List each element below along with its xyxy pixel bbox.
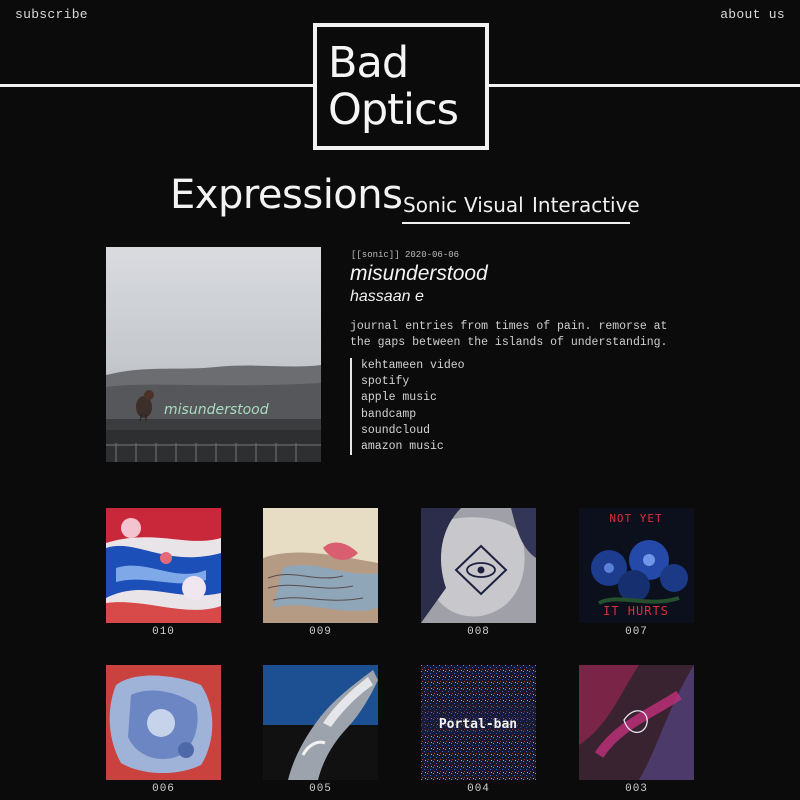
logo-line-1: Bad xyxy=(328,38,409,88)
tab-interactive[interactable]: Interactive xyxy=(532,193,640,217)
subscribe-link[interactable]: subscribe xyxy=(15,7,88,22)
eye-triangle-sketch-art-icon[interactable] xyxy=(421,508,536,623)
release-tile: Portal-ban 004 xyxy=(421,665,536,795)
link-bandcamp[interactable]: bandcamp xyxy=(361,407,465,423)
art-text: Portal-ban xyxy=(439,717,517,732)
release-number: 005 xyxy=(309,783,332,795)
featured-cover-art[interactable]: misunderstood xyxy=(106,247,321,462)
about-us-link[interactable]: about us xyxy=(720,7,785,22)
tab-visual[interactable]: Visual xyxy=(464,193,524,217)
release-number: 004 xyxy=(467,783,490,795)
art-text-bottom: IT HURTS xyxy=(603,604,669,618)
link-apple-music[interactable]: apple music xyxy=(361,390,465,406)
chrome-sculpture-art-icon[interactable] xyxy=(263,665,378,780)
feature-artist[interactable]: hassaan e xyxy=(350,288,424,306)
link-amazon-music[interactable]: amazon music xyxy=(361,439,465,455)
art-text-top: NOT YET xyxy=(609,512,662,525)
link-spotify[interactable]: spotify xyxy=(361,374,465,390)
release-tile: 006 xyxy=(106,665,221,795)
blue-flowers-art-icon[interactable]: NOT YET IT HURTS xyxy=(579,508,694,623)
link-kehtameen-video[interactable]: kehtameen video xyxy=(361,358,465,374)
feature-title[interactable]: misunderstood xyxy=(350,262,488,286)
release-number: 010 xyxy=(152,626,175,638)
release-number: 009 xyxy=(309,626,332,638)
featured-art-text: misunderstood xyxy=(164,402,269,418)
release-number: 006 xyxy=(152,783,175,795)
release-number: 003 xyxy=(625,783,648,795)
release-tile: 005 xyxy=(263,665,378,795)
section-heading: Expressions xyxy=(170,172,403,218)
blue-cloud-paint-art-icon[interactable] xyxy=(106,665,221,780)
feature-links: kehtameen video spotify apple music band… xyxy=(350,358,465,456)
abstract-red-blue-art-icon[interactable] xyxy=(106,508,221,623)
purple-smoke-art-icon[interactable] xyxy=(579,665,694,780)
release-tile: 008 xyxy=(421,508,536,638)
release-tile: 009 xyxy=(263,508,378,638)
release-tile: NOT YET IT HURTS 007 xyxy=(579,508,694,638)
logo-line-2: Optics xyxy=(328,85,459,135)
release-number: 007 xyxy=(625,626,648,638)
release-number: 008 xyxy=(467,626,490,638)
pastel-illustration-art-icon[interactable] xyxy=(263,508,378,623)
release-tile: 003 xyxy=(579,665,694,795)
site-logo[interactable]: Bad Optics xyxy=(313,23,489,150)
category-tabs: Sonic Visual Interactive xyxy=(402,193,640,224)
tab-sonic[interactable]: Sonic xyxy=(403,193,457,217)
release-tile: 010 xyxy=(106,508,221,638)
noise-field-art-icon[interactable]: Portal-ban xyxy=(421,665,536,780)
link-soundcloud[interactable]: soundcloud xyxy=(361,423,465,439)
feature-meta: [[sonic]] 2020-06-06 xyxy=(351,250,460,260)
feature-description: journal entries from times of pain. remo… xyxy=(350,320,668,349)
